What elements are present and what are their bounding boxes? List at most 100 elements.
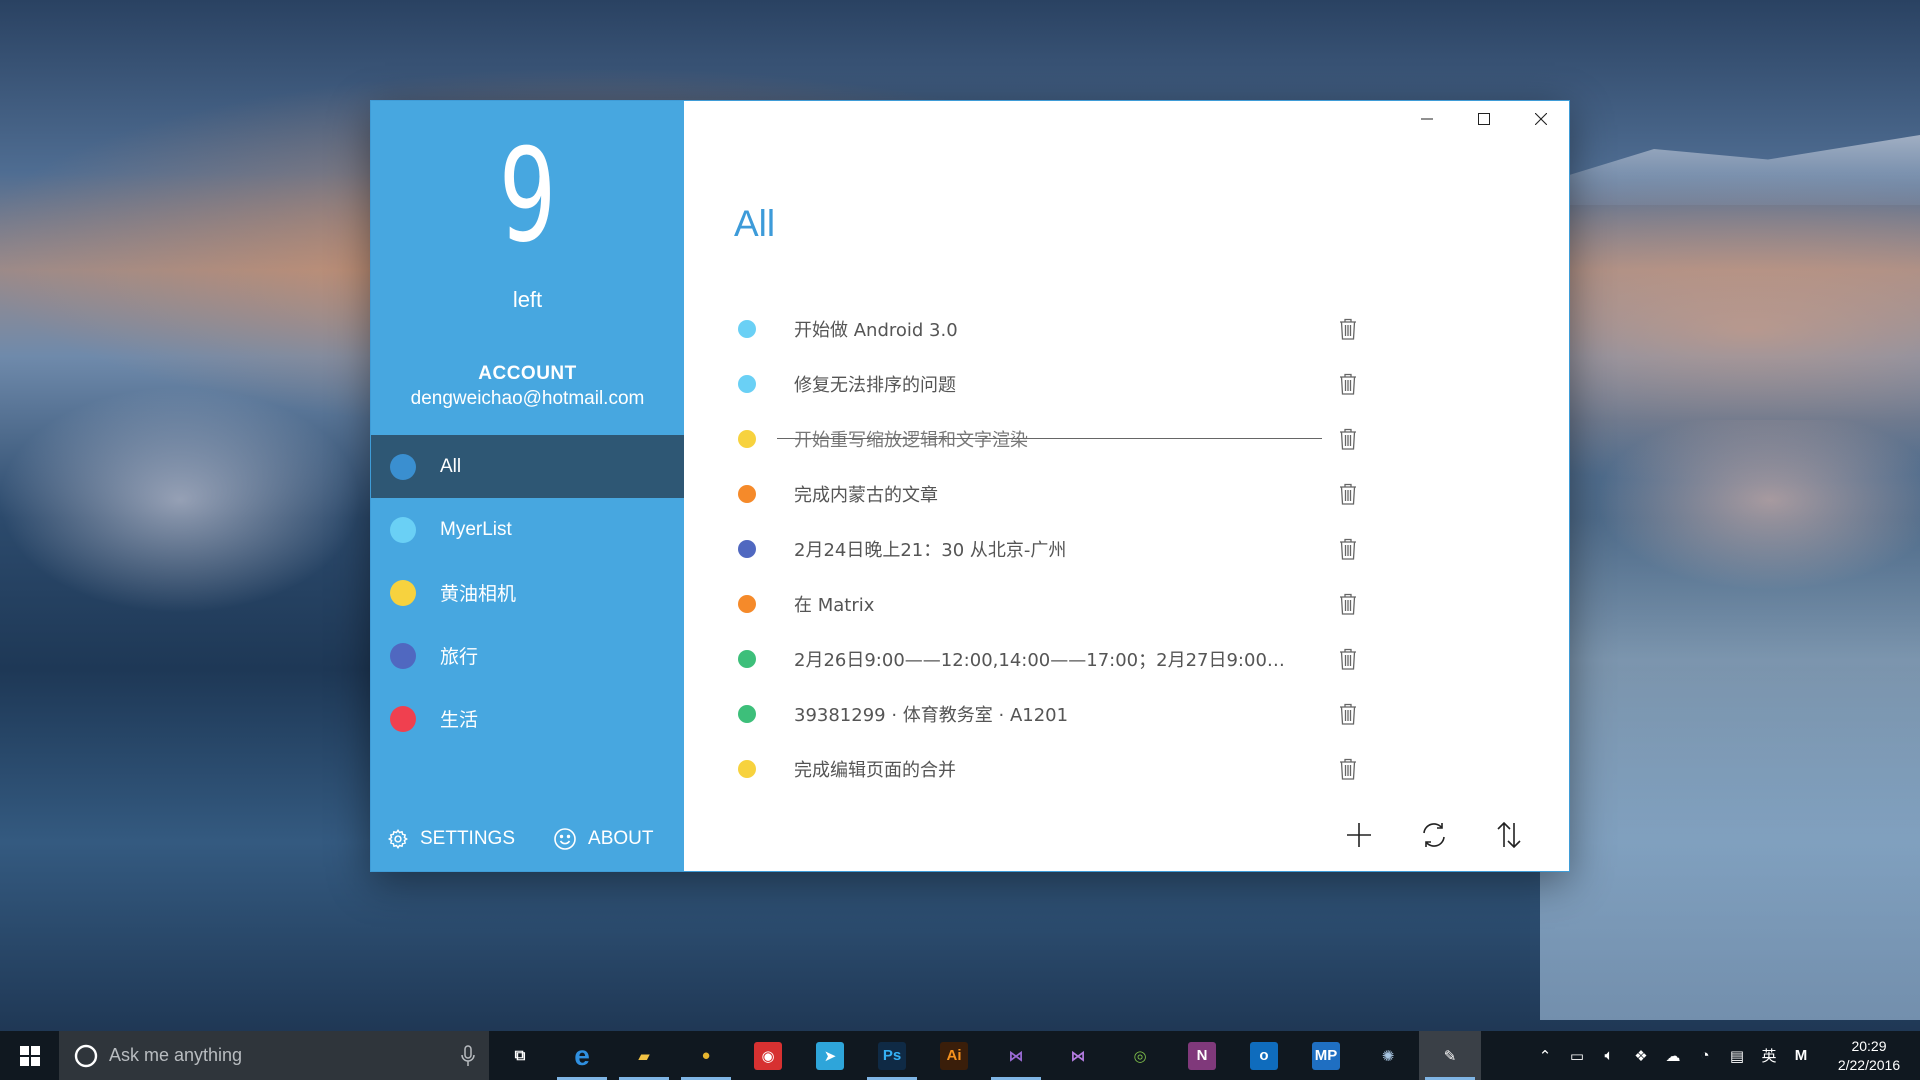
- trash-icon[interactable]: [1335, 645, 1361, 673]
- globe-app-taskbar-button[interactable]: ✺: [1357, 1031, 1419, 1080]
- task-category-dot[interactable]: [738, 374, 756, 393]
- chrome-taskbar-button[interactable]: ●: [675, 1031, 737, 1080]
- task-row[interactable]: 完成编辑页面的合并: [724, 741, 1384, 796]
- blend-icon: ⋈: [1070, 1047, 1086, 1065]
- photoshop-taskbar-button[interactable]: Ps: [861, 1031, 923, 1080]
- task-text[interactable]: 完成内蒙古的文章: [794, 481, 1299, 507]
- gear-icon: [387, 828, 408, 850]
- clock[interactable]: 20:29 2/22/2016: [1830, 1037, 1908, 1075]
- sync-button[interactable]: [1407, 808, 1460, 861]
- onedrive-icon[interactable]: ☁: [1660, 1047, 1686, 1065]
- account-title[interactable]: ACCOUNT: [371, 363, 684, 385]
- category-color-dot: [390, 453, 416, 480]
- myerlist-app-icon: ✎: [1443, 1047, 1457, 1065]
- task-text[interactable]: 开始做 Android 3.0: [794, 316, 1299, 342]
- category-label: All: [440, 455, 462, 477]
- trash-icon[interactable]: [1335, 700, 1361, 728]
- telegram-taskbar-button[interactable]: ➤: [799, 1031, 861, 1080]
- task-row[interactable]: 在 Matrix: [724, 576, 1384, 631]
- trash-icon[interactable]: [1335, 535, 1361, 563]
- task-row[interactable]: 开始重写缩放逻辑和文字渲染: [724, 411, 1384, 466]
- chevron-up-icon[interactable]: ⌃: [1532, 1047, 1558, 1065]
- close-button[interactable]: [1512, 101, 1569, 137]
- task-category-dot[interactable]: [738, 594, 756, 613]
- task-text[interactable]: 2月26日9:00——12:00,14:00——17:00；2月27日9:00—…: [794, 646, 1299, 672]
- account-email[interactable]: dengweichao@hotmail.com: [371, 388, 684, 410]
- myerlist-app-taskbar-button[interactable]: ✎: [1419, 1031, 1481, 1080]
- task-row[interactable]: 2月26日9:00——12:00,14:00——17:00；2月27日9:00—…: [724, 631, 1384, 686]
- sort-button[interactable]: [1482, 808, 1535, 861]
- category-item[interactable]: MyerList: [371, 498, 684, 561]
- volume-icon[interactable]: 🔈︎: [1596, 1047, 1622, 1064]
- trash-icon[interactable]: [1335, 480, 1361, 508]
- netease-music-taskbar-button[interactable]: ◉: [737, 1031, 799, 1080]
- maximize-button[interactable]: [1455, 101, 1512, 137]
- task-category-dot[interactable]: [738, 649, 756, 668]
- task-category-dot[interactable]: [738, 759, 756, 778]
- category-item[interactable]: 生活: [371, 687, 684, 750]
- task-category-dot[interactable]: [738, 484, 756, 503]
- task-text[interactable]: 完成编辑页面的合并: [794, 756, 1299, 782]
- clock-time: 20:29: [1851, 1037, 1887, 1054]
- trash-icon[interactable]: [1335, 315, 1361, 343]
- maximize-icon: [1477, 113, 1490, 125]
- task-view-taskbar-button[interactable]: ⧉: [489, 1031, 551, 1080]
- mp-taskbar-button[interactable]: MP: [1295, 1031, 1357, 1080]
- android-studio-taskbar-button[interactable]: ◎: [1109, 1031, 1171, 1080]
- task-row[interactable]: 39381299 · 体育教务室 · A1201: [724, 686, 1384, 741]
- task-text[interactable]: 修复无法排序的问题: [794, 371, 1299, 397]
- minimize-button[interactable]: [1398, 101, 1455, 137]
- category-nav: All MyerList 黄油相机 旅行 生活: [371, 435, 684, 750]
- edge-taskbar-button[interactable]: e: [551, 1031, 613, 1080]
- trash-icon[interactable]: [1335, 755, 1361, 783]
- task-category-dot[interactable]: [738, 704, 756, 723]
- visual-studio-taskbar-button[interactable]: ⋈: [985, 1031, 1047, 1080]
- about-button[interactable]: ABOUT: [553, 827, 653, 851]
- trash-icon[interactable]: [1335, 590, 1361, 618]
- category-color-dot: [390, 642, 416, 669]
- task-text[interactable]: 39381299 · 体育教务室 · A1201: [794, 701, 1299, 727]
- blend-taskbar-button[interactable]: ⋈: [1047, 1031, 1109, 1080]
- task-category-dot[interactable]: [738, 319, 756, 338]
- settings-button[interactable]: SETTINGS: [387, 828, 515, 850]
- trash-icon[interactable]: [1335, 370, 1361, 398]
- ime-indicator[interactable]: 英: [1756, 1045, 1782, 1066]
- onenote-taskbar-button[interactable]: N: [1171, 1031, 1233, 1080]
- file-explorer-taskbar-button[interactable]: ▰: [613, 1031, 675, 1080]
- task-list: 开始做 Android 3.0 修复无法排序的问题开始重写缩放逻辑和文字渲染完成内…: [724, 301, 1384, 796]
- dropbox-icon[interactable]: ❖: [1628, 1047, 1654, 1065]
- onenote-icon: N: [1188, 1041, 1216, 1070]
- cortana-icon: [74, 1044, 98, 1067]
- task-row[interactable]: 开始做 Android 3.0: [724, 301, 1384, 356]
- action-center-icon[interactable]: ▤: [1724, 1047, 1750, 1065]
- wifi-icon[interactable]: ◔: [1692, 1047, 1718, 1064]
- trash-icon[interactable]: [1335, 425, 1361, 453]
- ime-mode-indicator[interactable]: M: [1788, 1047, 1814, 1064]
- task-row[interactable]: 修复无法排序的问题: [724, 356, 1384, 411]
- remaining-count: 9: [498, 122, 557, 271]
- start-button[interactable]: [0, 1031, 59, 1080]
- clock-date: 2/22/2016: [1837, 1056, 1901, 1073]
- task-category-dot[interactable]: [738, 539, 756, 558]
- cortana-search-box[interactable]: Ask me anything: [59, 1031, 489, 1080]
- task-text[interactable]: 在 Matrix: [794, 591, 1299, 617]
- taskbar: Ask me anything ⧉ e ▰ ● ◉ ➤ Ps Ai ⋈ ⋈ ◎ No MP ✺ ✎ ⌃ ▭ …: [0, 1031, 1920, 1080]
- add-task-button[interactable]: [1332, 808, 1385, 861]
- task-row[interactable]: 完成内蒙古的文章: [724, 466, 1384, 521]
- task-row[interactable]: 2月24日晚上21：30 从北京-广州: [724, 521, 1384, 576]
- task-text[interactable]: 2月24日晚上21：30 从北京-广州: [794, 536, 1299, 562]
- battery-icon[interactable]: ▭: [1564, 1047, 1590, 1065]
- smiley-icon: [554, 828, 576, 850]
- illustrator-taskbar-button[interactable]: Ai: [923, 1031, 985, 1080]
- category-item[interactable]: All: [371, 435, 684, 498]
- remaining-caption: left: [512, 287, 543, 312]
- category-item[interactable]: 黄油相机: [371, 561, 684, 624]
- main-panel: All 开始做 Android 3.0 修复无法排序的问题 开始重写缩放逻辑和文字渲…: [684, 101, 1569, 871]
- outlook-taskbar-button[interactable]: o: [1233, 1031, 1295, 1080]
- microphone-icon[interactable]: [461, 1044, 475, 1067]
- category-color-dot: [390, 516, 416, 543]
- category-item[interactable]: 旅行: [371, 624, 684, 687]
- task-category-dot[interactable]: [738, 429, 756, 448]
- about-label: ABOUT: [588, 828, 654, 849]
- category-color-dot: [390, 705, 416, 732]
